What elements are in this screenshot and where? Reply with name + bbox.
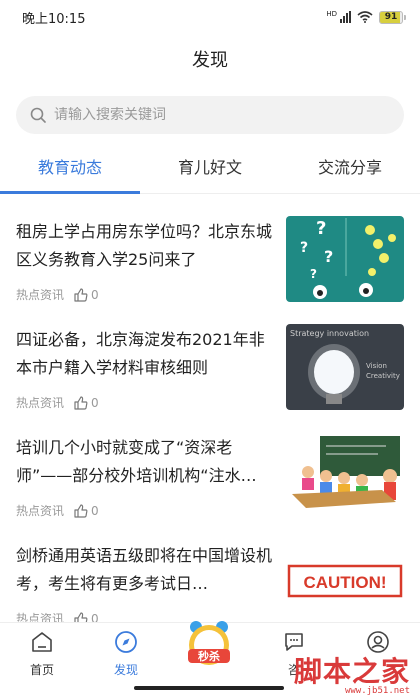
- like-button[interactable]: 0: [74, 504, 99, 518]
- search-bar[interactable]: [16, 96, 404, 134]
- article-thumbnail[interactable]: ? ? ? ?: [286, 216, 404, 302]
- page-title: 发现: [192, 50, 228, 71]
- article-title[interactable]: 四证必备，北京海淀发布2021年非本市户籍入学材料审核细则: [16, 326, 272, 382]
- watermark-url: www.jb51.net: [344, 686, 410, 696]
- svg-text:?: ?: [310, 267, 317, 281]
- article-meta: 热点资讯 0: [16, 286, 99, 303]
- nav-label: 首页: [29, 663, 54, 677]
- status-icons: HD 91: [326, 10, 406, 24]
- svg-text:?: ?: [300, 240, 308, 256]
- article-title[interactable]: 租房上学占用房东学位吗？北京东城区义务教育入学25问来了: [16, 218, 272, 274]
- caution-text: CAUTION!: [303, 573, 386, 592]
- article-thumbnail[interactable]: CAUTION!: [286, 540, 404, 626]
- nav-item-home[interactable]: 首页: [0, 629, 84, 678]
- article-category: 热点资讯: [16, 288, 65, 302]
- thumbs-up-icon: [74, 503, 88, 518]
- flash-sale-button[interactable]: 秒杀: [182, 617, 236, 671]
- svg-text:?: ?: [324, 247, 333, 266]
- watermark-logo: 脚本之家: [293, 655, 410, 688]
- nav-label: 发现: [113, 663, 138, 677]
- home-icon: [32, 632, 52, 652]
- tab-parenting-articles[interactable]: 育儿好文: [140, 150, 280, 193]
- question-bulbs-image: ? ? ? ?: [286, 216, 404, 302]
- article-category: 热点资讯: [16, 396, 65, 410]
- tab-community-sharing[interactable]: 交流分享: [280, 150, 420, 193]
- status-time: 晚上10:15: [22, 11, 86, 27]
- alarm-clock-icon: 秒杀: [188, 621, 230, 665]
- like-button[interactable]: 0: [74, 288, 99, 302]
- article-category: 热点资讯: [16, 504, 65, 518]
- caution-image: CAUTION!: [286, 540, 404, 626]
- article-meta: 热点资讯 0: [16, 502, 99, 519]
- list-item[interactable]: 租房上学占用房东学位吗？北京东城区义务教育入学25问来了 热点资讯 0 ? ? …: [0, 194, 420, 302]
- like-count: 0: [91, 395, 99, 410]
- thumb-text: Creativity: [366, 372, 400, 380]
- battery-icon: 91: [379, 10, 406, 24]
- status-bar: 晚上10:15 HD 91: [0, 0, 420, 34]
- like-button[interactable]: 0: [74, 396, 99, 410]
- article-thumbnail[interactable]: [286, 432, 404, 518]
- cell-signal-icon: HD: [326, 11, 351, 23]
- badge-text: 秒杀: [198, 649, 220, 663]
- like-count: 0: [91, 503, 99, 518]
- article-meta: 热点资讯 0: [16, 394, 99, 411]
- svg-text:?: ?: [316, 218, 326, 239]
- classroom-image: [286, 432, 404, 518]
- category-tabs: 教育动态 育儿好文 交流分享: [0, 150, 420, 194]
- thumb-text: Strategy innovation: [290, 329, 369, 338]
- thumb-text: Vision: [366, 362, 387, 370]
- list-item[interactable]: 四证必备，北京海淀发布2021年非本市户籍入学材料审核细则 热点资讯 0 Str…: [0, 302, 420, 410]
- lightbulb-image: Strategy innovation Vision Creativity: [286, 324, 404, 410]
- thumbs-up-icon: [74, 395, 88, 410]
- list-item[interactable]: 剑桥通用英语五级即将在中国增设机考，考生将有更多考试日… 热点资讯 0 CAUT…: [0, 518, 420, 626]
- search-icon: [30, 107, 46, 123]
- compass-icon: [115, 631, 137, 653]
- list-item[interactable]: 培训几个小时就变成了“资深老师”——部分校外培训机构“注水… 热点资讯 0: [0, 410, 420, 518]
- nav-item-discover[interactable]: 发现: [84, 629, 168, 678]
- battery-level: 91: [384, 11, 398, 22]
- wifi-icon: [357, 11, 373, 23]
- home-indicator[interactable]: [134, 686, 284, 690]
- watermark: 脚本之家 www.jb51.net: [264, 650, 414, 696]
- article-title[interactable]: 剑桥通用英语五级即将在中国增设机考，考生将有更多考试日…: [16, 542, 272, 598]
- thumbs-up-icon: [74, 287, 88, 302]
- article-thumbnail[interactable]: Strategy innovation Vision Creativity: [286, 324, 404, 410]
- search-input[interactable]: [54, 107, 374, 123]
- tab-education-news[interactable]: 教育动态: [0, 150, 140, 194]
- like-count: 0: [91, 287, 99, 302]
- article-title[interactable]: 培训几个小时就变成了“资深老师”——部分校外培训机构“注水…: [16, 434, 272, 490]
- network-type: HD: [326, 10, 337, 18]
